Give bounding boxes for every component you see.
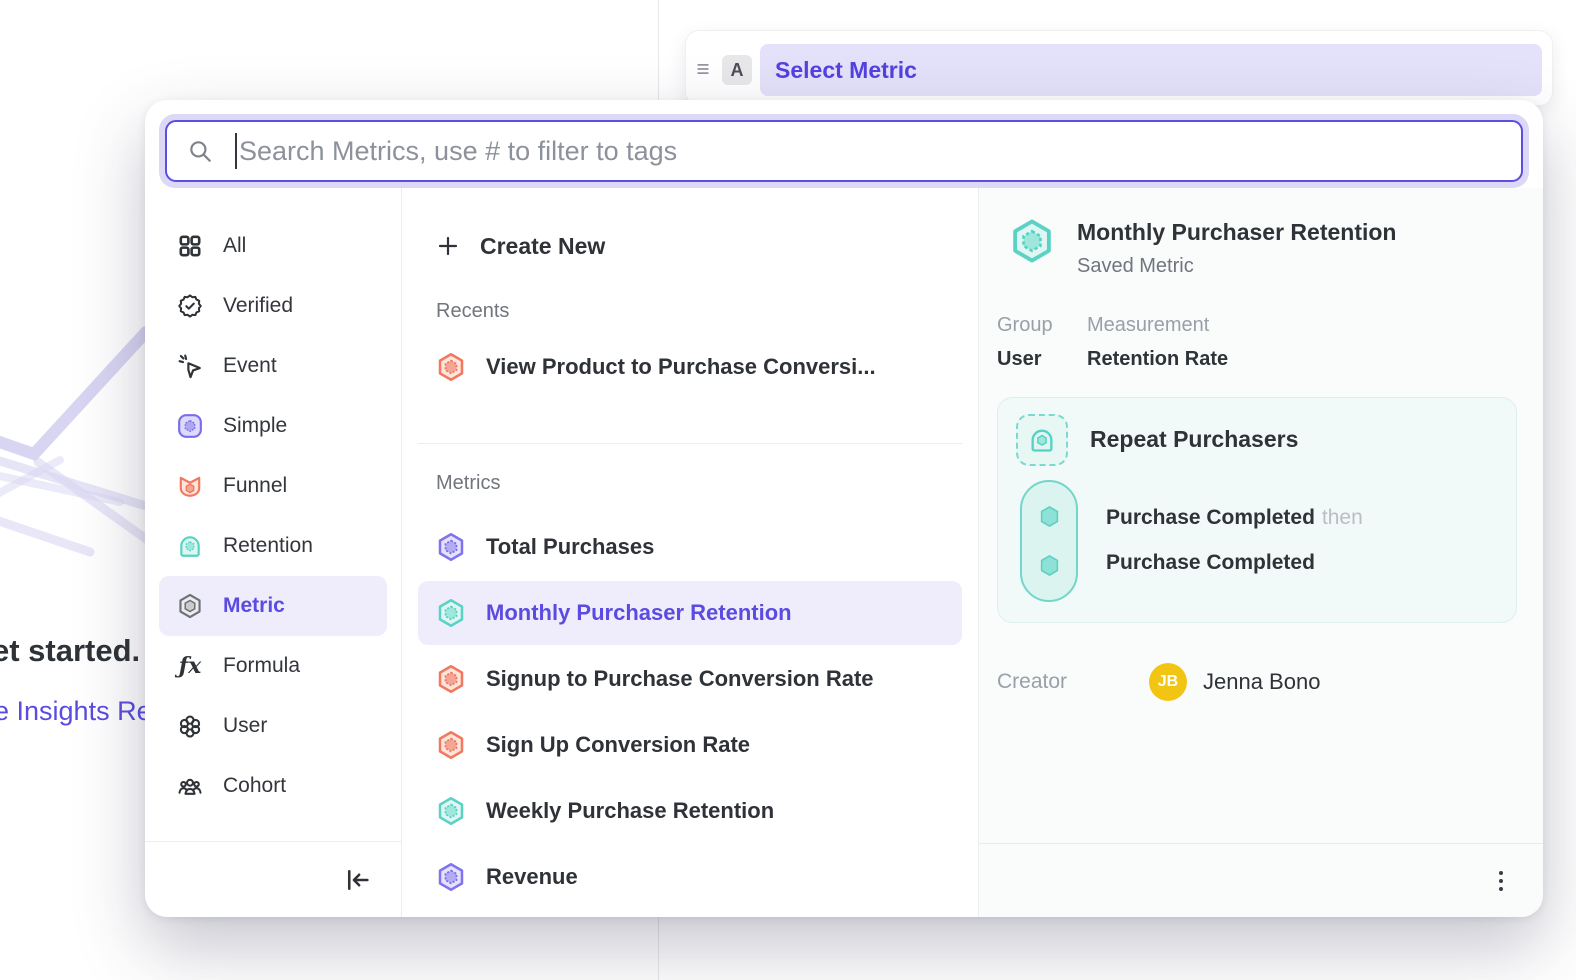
sidebar-item-simple[interactable]: Simple: [159, 396, 387, 456]
simple-metric-hexagon-icon: [436, 862, 466, 892]
grid-icon: [177, 233, 203, 259]
metric-item-weekly-purchase-retention[interactable]: Weekly Purchase Retention: [418, 779, 962, 843]
creator-name: Jenna Bono: [1203, 669, 1320, 695]
query-builder-card: A Select Metric: [685, 30, 1553, 106]
sidebar-item-event[interactable]: Event: [159, 336, 387, 396]
sidebar-item-all[interactable]: All: [159, 216, 387, 276]
event-hexagon-icon: [1036, 503, 1063, 530]
metric-item-sign-up-conversion-rate[interactable]: Sign Up Conversion Rate: [418, 713, 962, 777]
sidebar-item-label: Metric: [223, 594, 285, 618]
detail-footer: [979, 843, 1543, 917]
sidebar-item-user[interactable]: User: [159, 696, 387, 756]
group-label: Group: [997, 314, 1087, 337]
text-caret: [235, 133, 237, 169]
sidebar-item-metric[interactable]: Metric: [159, 576, 387, 636]
metric-item-label: Monthly Purchaser Retention: [486, 600, 792, 626]
category-sidebar: All Verified: [145, 188, 402, 917]
sidebar-item-label: Retention: [223, 534, 313, 558]
funnel-shield-icon: [177, 473, 203, 499]
sidebar-item-label: Formula: [223, 654, 300, 678]
more-options-button[interactable]: [1493, 865, 1509, 897]
detail-meta: Group User Measurement Retention Rate: [997, 314, 1517, 371]
collapse-sidebar-button[interactable]: [343, 865, 373, 895]
sidebar-item-label: Event: [223, 354, 277, 378]
measurement-value: Retention Rate: [1087, 348, 1228, 371]
sidebar-item-label: Verified: [223, 294, 293, 318]
recent-item-view-product-to-purchase-conversion[interactable]: View Product to Purchase Conversi...: [418, 335, 962, 399]
event-cursor-icon: [177, 353, 203, 379]
collapse-left-icon: [344, 866, 372, 894]
sidebar-item-funnel[interactable]: Funnel: [159, 456, 387, 516]
sidebar-item-label: Cohort: [223, 774, 286, 798]
sidebar-item-retention[interactable]: Retention: [159, 516, 387, 576]
sidebar-item-label: All: [223, 234, 246, 258]
sidebar-item-formula[interactable]: ƒx Formula: [159, 636, 387, 696]
detail-subtitle: Saved Metric: [1077, 255, 1396, 278]
definition-step1: Purchase Completed: [1106, 506, 1315, 529]
sidebar-item-verified[interactable]: Verified: [159, 276, 387, 336]
insights-report-link[interactable]: e Insights Re: [0, 696, 152, 727]
metric-item-monthly-purchaser-retention[interactable]: Monthly Purchaser Retention: [418, 581, 962, 645]
recent-item-label: View Product to Purchase Conversi...: [486, 354, 876, 380]
verified-seal-icon: [177, 293, 203, 319]
metrics-heading: Metrics: [436, 472, 962, 495]
metric-item-signup-to-purchase-conversion-rate[interactable]: Signup to Purchase Conversion Rate: [418, 647, 962, 711]
metric-detail-panel: Monthly Purchaser Retention Saved Metric…: [978, 188, 1543, 917]
user-cluster-icon: [177, 713, 203, 739]
detail-title: Monthly Purchaser Retention: [1077, 218, 1396, 248]
event-sequence-capsule: [1020, 480, 1078, 602]
definition-step2: Purchase Completed: [1106, 551, 1363, 575]
sidebar-item-label: User: [223, 714, 267, 738]
simple-metric-hexagon-icon: [436, 532, 466, 562]
simple-hexagon-icon: [177, 413, 203, 439]
select-metric-dropdown[interactable]: Select Metric: [760, 44, 1542, 96]
metric-hexagon-icon: [177, 593, 203, 619]
retention-arch-icon: [177, 533, 203, 559]
create-new-label: Create New: [480, 233, 605, 260]
bookmarked-retention-icon: [1016, 414, 1068, 466]
metric-picker-modal: All Verified: [145, 100, 1543, 917]
metric-item-label: Signup to Purchase Conversion Rate: [486, 666, 874, 692]
create-new-button[interactable]: Create New: [418, 220, 962, 272]
sidebar-item-label: Simple: [223, 414, 287, 438]
definition-step-connector: then: [1322, 506, 1363, 529]
search-focus-ring: [159, 114, 1529, 188]
funnel-metric-hexagon-icon: [436, 730, 466, 760]
measurement-label: Measurement: [1087, 314, 1228, 337]
funnel-metric-hexagon-icon: [436, 664, 466, 694]
metric-item-label: Total Purchases: [486, 534, 654, 560]
plus-icon: [436, 234, 460, 258]
avatar: JB: [1149, 663, 1187, 701]
creator-row: Creator JB Jenna Bono: [997, 663, 1517, 701]
definition-name: Repeat Purchasers: [1090, 426, 1298, 453]
retention-metric-hexagon-icon: [436, 796, 466, 826]
drag-handle-icon[interactable]: [692, 58, 714, 80]
recents-heading: Recents: [436, 300, 962, 323]
event-hexagon-icon: [1036, 552, 1063, 579]
get-started-heading: et started.: [0, 633, 140, 669]
funnel-metric-hexagon-icon: [436, 352, 466, 382]
metric-item-label: Revenue: [486, 864, 578, 890]
step-badge: A: [722, 55, 752, 85]
metric-item-label: Sign Up Conversion Rate: [486, 732, 750, 758]
metric-list-panel: Create New Recents View Product to Purch…: [402, 188, 978, 917]
search-icon: [187, 138, 213, 164]
formula-fx-icon: ƒx: [177, 653, 203, 679]
sidebar-item-cohort[interactable]: Cohort: [159, 756, 387, 816]
search-box[interactable]: [165, 120, 1523, 182]
sidebar-footer: [145, 841, 401, 917]
sidebar-item-label: Funnel: [223, 474, 287, 498]
definition-card: Repeat Purchasers: [997, 397, 1517, 623]
metric-item-total-purchases[interactable]: Total Purchases: [418, 515, 962, 579]
retention-metric-hexagon-icon: [1009, 218, 1055, 264]
list-divider: [418, 443, 962, 444]
creator-label: Creator: [997, 670, 1149, 694]
group-value: User: [997, 348, 1087, 371]
search-input[interactable]: [239, 136, 1501, 167]
retention-metric-hexagon-icon: [436, 598, 466, 628]
cohort-people-icon: [177, 773, 203, 799]
metric-item-label: Weekly Purchase Retention: [486, 798, 774, 824]
metric-item-revenue[interactable]: Revenue: [418, 845, 962, 909]
